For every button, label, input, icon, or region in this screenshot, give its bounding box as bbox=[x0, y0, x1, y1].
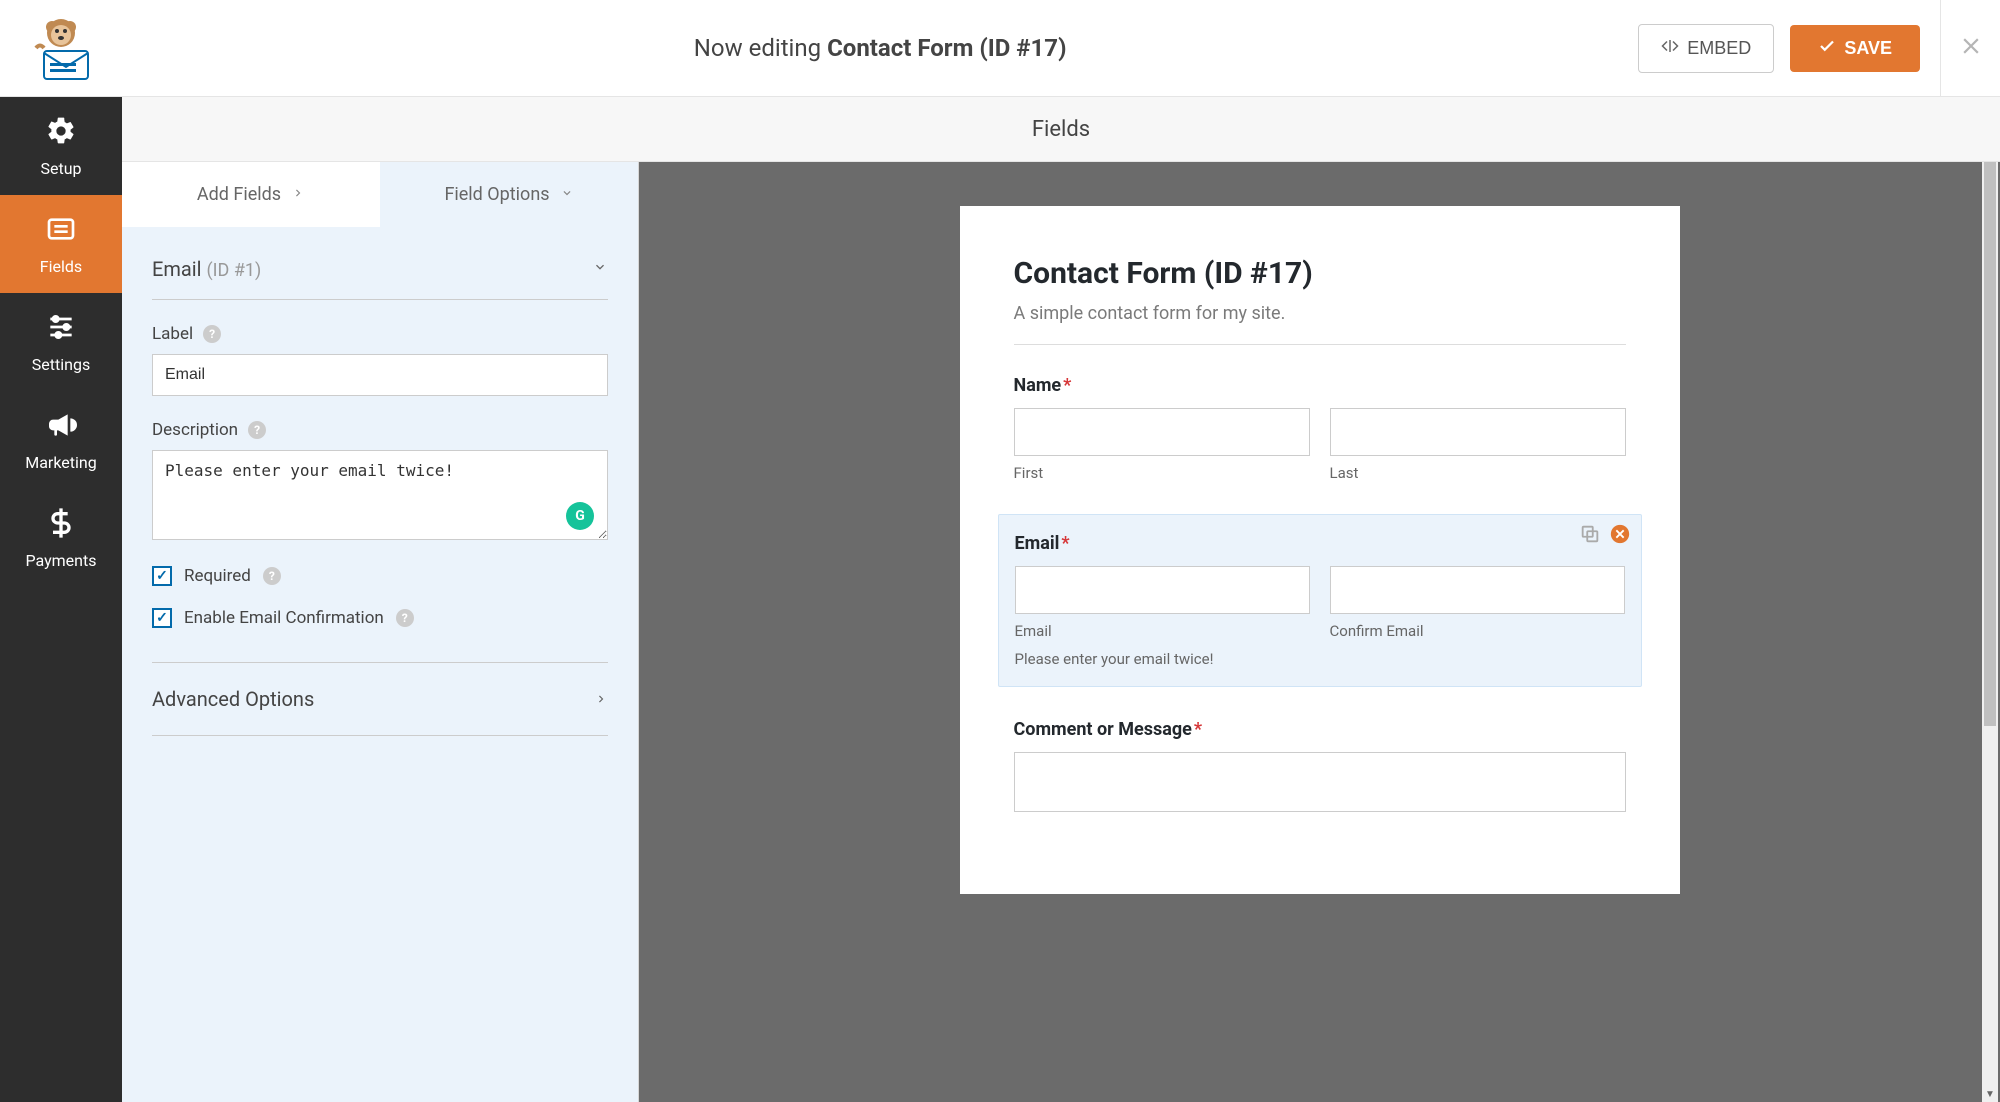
enable-confirmation-label: Enable Email Confirmation bbox=[184, 608, 384, 628]
preview-message-field[interactable]: Comment or Message* bbox=[1014, 719, 1626, 812]
grammarly-icon[interactable]: G bbox=[566, 502, 594, 530]
sidebar-item-setup[interactable]: Setup bbox=[0, 97, 122, 195]
section-title: Fields bbox=[122, 97, 2000, 162]
tab-field-options[interactable]: Field Options bbox=[380, 162, 638, 227]
embed-button[interactable]: EMBED bbox=[1638, 24, 1774, 73]
sidebar-item-payments[interactable]: Payments bbox=[0, 489, 122, 587]
help-icon[interactable]: ? bbox=[248, 421, 266, 439]
email-sublabel: Email bbox=[1015, 622, 1310, 640]
chevron-down-icon bbox=[560, 184, 574, 205]
sidebar-label: Setup bbox=[40, 159, 81, 178]
save-button[interactable]: SAVE bbox=[1790, 25, 1920, 72]
confirm-email-input[interactable] bbox=[1330, 566, 1625, 614]
tab-label: Field Options bbox=[444, 184, 549, 205]
field-name: Email bbox=[152, 257, 202, 281]
preview-name-field[interactable]: Name* First Last bbox=[1014, 375, 1626, 482]
save-label: SAVE bbox=[1844, 38, 1892, 59]
message-textarea[interactable] bbox=[1014, 752, 1626, 812]
scroll-down-arrow[interactable]: ▼ bbox=[1982, 1086, 1998, 1102]
check-icon bbox=[1818, 37, 1836, 60]
label-input[interactable] bbox=[152, 354, 608, 396]
help-icon[interactable]: ? bbox=[396, 609, 414, 627]
first-sublabel: First bbox=[1014, 464, 1310, 482]
sidebar-label: Payments bbox=[25, 551, 96, 570]
help-icon[interactable]: ? bbox=[203, 325, 221, 343]
email-input[interactable] bbox=[1015, 566, 1310, 614]
required-checkbox[interactable] bbox=[152, 566, 172, 586]
tab-label: Add Fields bbox=[197, 184, 281, 205]
close-button[interactable] bbox=[1940, 0, 2000, 97]
field-panel: Add Fields Field Options Email (ID bbox=[122, 162, 639, 1102]
help-icon[interactable]: ? bbox=[263, 567, 281, 585]
email-description: Please enter your email twice! bbox=[1015, 650, 1625, 668]
tab-add-fields[interactable]: Add Fields bbox=[122, 162, 380, 227]
editing-prefix: Now editing bbox=[694, 34, 827, 62]
editing-title: Now editing Contact Form (ID #17) bbox=[122, 34, 1638, 62]
delete-icon[interactable] bbox=[1609, 523, 1631, 545]
embed-label: EMBED bbox=[1687, 38, 1751, 59]
name-label: Name bbox=[1014, 375, 1062, 396]
topbar: Now editing Contact Form (ID #17) EMBED … bbox=[0, 0, 2000, 97]
chevron-down-icon bbox=[592, 259, 608, 279]
sidebar-label: Fields bbox=[40, 257, 82, 276]
dollar-icon bbox=[45, 507, 77, 543]
first-name-input[interactable] bbox=[1014, 408, 1310, 456]
code-icon bbox=[1661, 37, 1679, 60]
confirm-email-sublabel: Confirm Email bbox=[1330, 622, 1625, 640]
sidebar-item-settings[interactable]: Settings bbox=[0, 293, 122, 391]
advanced-label: Advanced Options bbox=[152, 687, 314, 711]
sidebar-item-marketing[interactable]: Marketing bbox=[0, 391, 122, 489]
enable-confirmation-checkbox[interactable] bbox=[152, 608, 172, 628]
gear-icon bbox=[45, 115, 77, 151]
close-icon bbox=[1958, 33, 1984, 63]
description-caption: Description bbox=[152, 420, 238, 440]
preview-email-field[interactable]: Email* Email Confirm Email bbox=[998, 514, 1642, 687]
required-asterisk: * bbox=[1063, 375, 1071, 396]
sliders-icon bbox=[45, 311, 77, 347]
required-asterisk: * bbox=[1194, 719, 1202, 740]
required-label: Required bbox=[184, 566, 251, 586]
last-name-input[interactable] bbox=[1330, 408, 1626, 456]
label-caption: Label bbox=[152, 324, 193, 344]
required-asterisk: * bbox=[1061, 533, 1069, 554]
field-id-hint: (ID #1) bbox=[206, 260, 261, 281]
form-name: Contact Form (ID #17) bbox=[827, 34, 1066, 62]
preview-area: Contact Form (ID #17) A simple contact f… bbox=[639, 162, 2000, 1102]
description-input[interactable] bbox=[152, 450, 608, 540]
vertical-scrollbar[interactable]: ▲ ▼ bbox=[1982, 162, 1998, 1102]
chevron-right-icon bbox=[594, 687, 608, 711]
bullhorn-icon bbox=[45, 409, 77, 445]
sidebar-item-fields[interactable]: Fields bbox=[0, 195, 122, 293]
message-label: Comment or Message bbox=[1014, 719, 1192, 740]
advanced-options-toggle[interactable]: Advanced Options bbox=[152, 663, 608, 735]
sidebar: Setup Fields Settings Marketing Payments bbox=[0, 97, 122, 1102]
preview-card: Contact Form (ID #17) A simple contact f… bbox=[960, 206, 1680, 894]
preview-title: Contact Form (ID #17) bbox=[1014, 256, 1626, 291]
email-label: Email bbox=[1015, 533, 1060, 554]
logo bbox=[0, 13, 122, 83]
last-sublabel: Last bbox=[1330, 464, 1626, 482]
sidebar-label: Settings bbox=[32, 355, 90, 374]
sidebar-label: Marketing bbox=[25, 453, 96, 472]
list-icon bbox=[45, 213, 77, 249]
scrollbar-thumb[interactable] bbox=[1984, 162, 1996, 726]
chevron-right-icon bbox=[291, 184, 305, 205]
preview-description: A simple contact form for my site. bbox=[1014, 303, 1626, 324]
field-header[interactable]: Email (ID #1) bbox=[152, 257, 608, 300]
duplicate-icon[interactable] bbox=[1579, 523, 1601, 545]
